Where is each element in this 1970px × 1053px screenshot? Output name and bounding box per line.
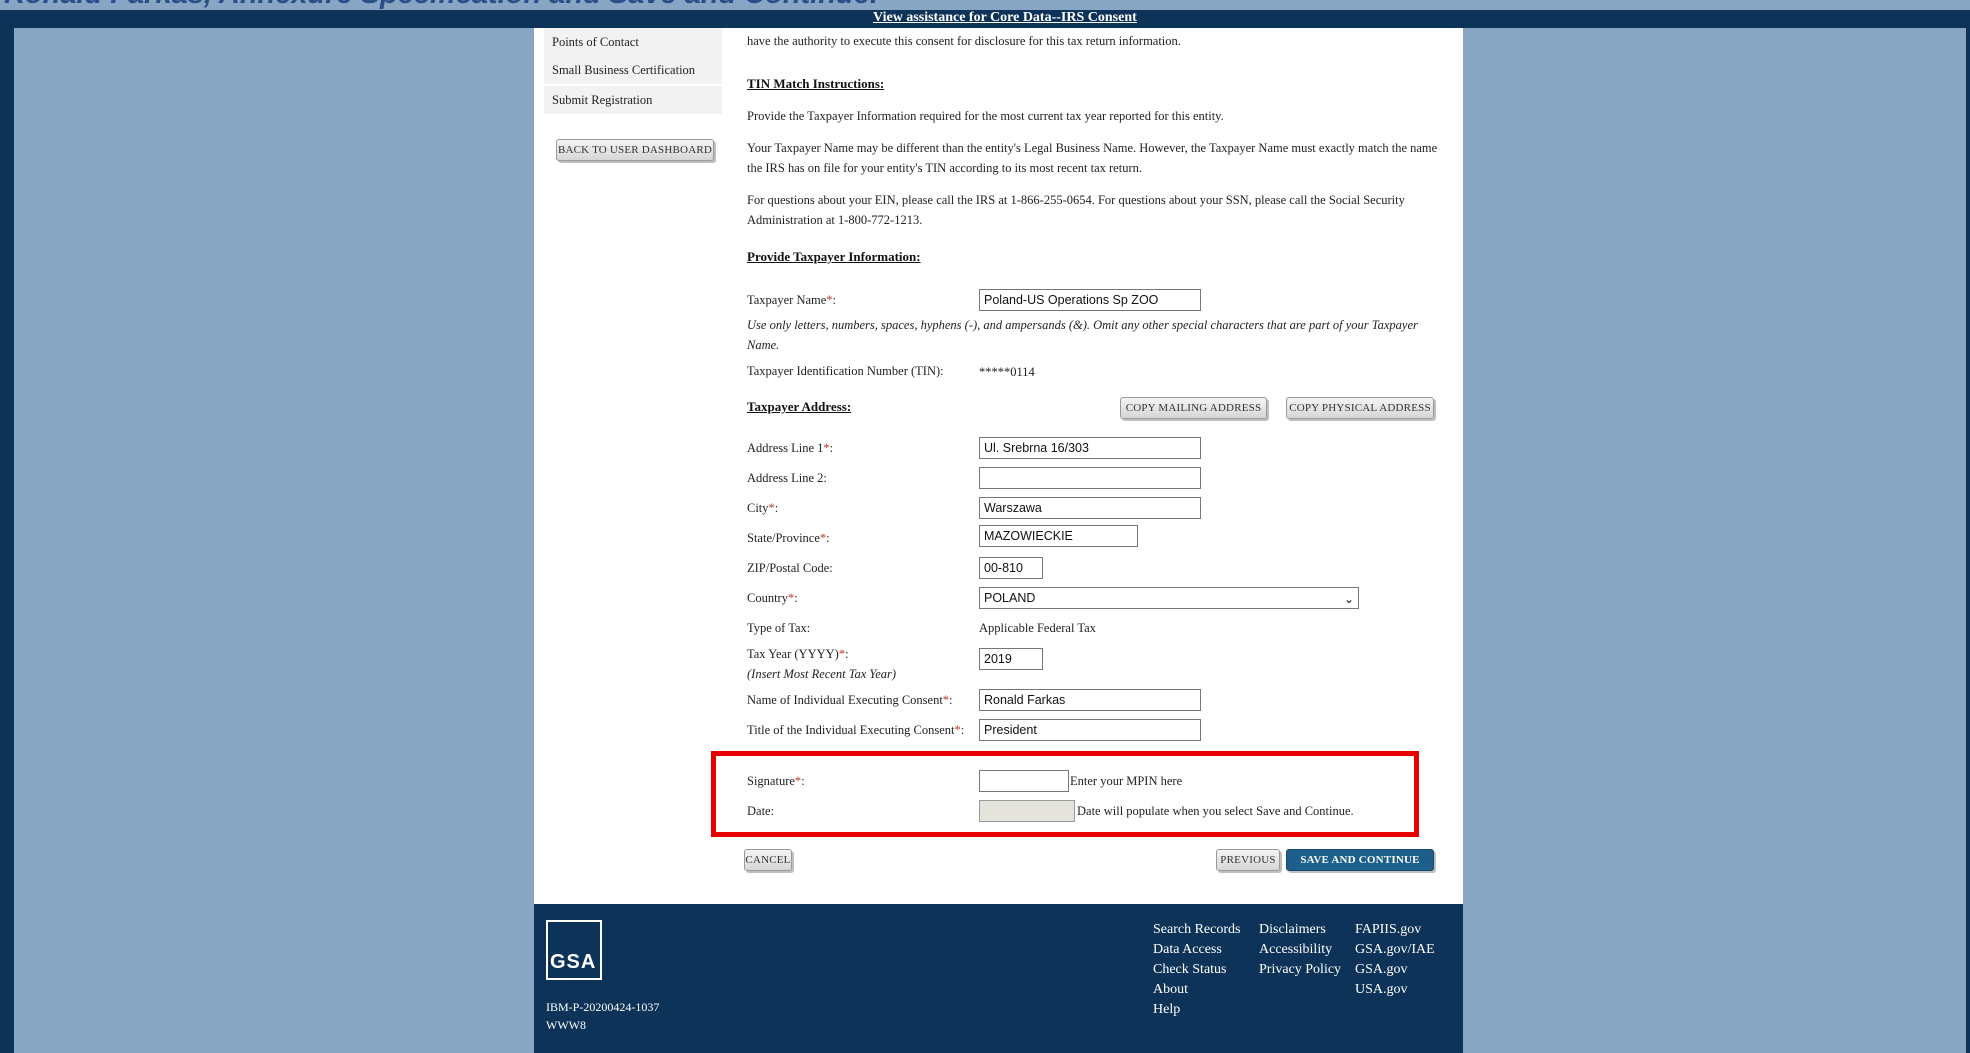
footer-link-search-records[interactable]: Search Records	[1153, 922, 1240, 938]
tax-type-value: Applicable Federal Tax	[979, 621, 1096, 635]
back-to-dashboard-button[interactable]: BACK TO USER DASHBOARD	[556, 139, 714, 161]
footer-link-usa-gov[interactable]: USA.gov	[1355, 982, 1408, 998]
city-input[interactable]: Warszawa	[979, 497, 1201, 519]
country-label: Country*:	[747, 591, 798, 605]
gsa-logo: GSA	[546, 920, 602, 980]
footer-link-check-status[interactable]: Check Status	[1153, 962, 1227, 978]
previous-button[interactable]: PREVIOUS	[1216, 849, 1280, 871]
taxpayer-name-input[interactable]: Poland-US Operations Sp ZOO	[979, 289, 1201, 311]
right-border	[1966, 10, 1970, 1053]
server-id: WWW8	[546, 1018, 586, 1032]
consent-text: have the authority to execute this conse…	[747, 34, 1181, 48]
cancel-button[interactable]: CANCEL	[744, 849, 792, 871]
instruction-p3: For questions about your EIN, please cal…	[747, 193, 1405, 227]
signature-highlight-box	[711, 751, 1419, 837]
zip-input[interactable]: 00-810	[979, 557, 1043, 579]
chevron-down-icon: ⌄	[1343, 592, 1354, 606]
footer-link-help[interactable]: Help	[1153, 1002, 1180, 1018]
tin-value: *****0114	[979, 365, 1035, 379]
footer-link-gsa-gov[interactable]: GSA.gov	[1355, 962, 1408, 978]
footer-link-accessibility[interactable]: Accessibility	[1259, 942, 1332, 958]
footer-link-privacy-policy[interactable]: Privacy Policy	[1259, 962, 1341, 978]
country-select[interactable]: POLAND ⌄	[979, 587, 1359, 609]
exec-title-label: Title of the Individual Executing Consen…	[747, 723, 965, 737]
country-select-value: POLAND	[984, 591, 1036, 605]
tax-year-input[interactable]: 2019	[979, 648, 1043, 670]
address2-input[interactable]	[979, 467, 1201, 489]
tax-type-label: Type of Tax:	[747, 621, 811, 635]
city-label: City*:	[747, 501, 779, 515]
sidebar-item-submit-registration[interactable]: Submit Registration	[544, 86, 722, 114]
address1-label: Address Line 1*:	[747, 441, 834, 455]
footer-link-gsa-iae[interactable]: GSA.gov/IAE	[1355, 942, 1435, 958]
left-border	[0, 10, 14, 1053]
caption-text: Ronald Farkas, Annexure Specification an…	[4, 0, 878, 10]
footer-link-data-access[interactable]: Data Access	[1153, 942, 1222, 958]
tax-year-hint: (Insert Most Recent Tax Year)	[747, 667, 897, 681]
instruction-p1: Provide the Taxpayer Information require…	[747, 109, 1224, 123]
copy-mailing-address-button[interactable]: COPY MAILING ADDRESS	[1120, 397, 1267, 419]
footer: GSA IBM-P-20200424-1037 WWW8 Search Reco…	[534, 904, 1463, 1053]
save-and-continue-button[interactable]: SAVE AND CONTINUE	[1286, 849, 1434, 871]
taxpayer-name-label: Taxpayer Name*:	[747, 293, 837, 307]
address1-input[interactable]: Ul. Srebrna 16/303	[979, 437, 1201, 459]
provide-info-heading: Provide Taxpayer Information:	[747, 249, 921, 264]
exec-name-input[interactable]: Ronald Farkas	[979, 689, 1201, 711]
taxpayer-address-heading: Taxpayer Address:	[747, 399, 852, 414]
zip-label: ZIP/Postal Code:	[747, 561, 833, 575]
tax-year-label: Tax Year (YYYY)*:	[747, 647, 849, 661]
sidebar-item-small-business[interactable]: Small Business Certification	[544, 56, 722, 84]
copy-physical-address-button[interactable]: COPY PHYSICAL ADDRESS	[1286, 397, 1434, 419]
top-caption: Ronald Farkas, Annexure Specification an…	[0, 0, 1970, 10]
exec-title-input[interactable]: President	[979, 719, 1201, 741]
taxpayer-name-hint: Use only letters, numbers, spaces, hyphe…	[747, 318, 1418, 352]
sidebar-item-points-of-contact[interactable]: Points of Contact	[544, 28, 722, 56]
state-label: State/Province*:	[747, 531, 830, 545]
state-input[interactable]: MAZOWIECKIE	[979, 525, 1138, 547]
footer-link-fapiis[interactable]: FAPIIS.gov	[1355, 922, 1421, 938]
tin-label: Taxpayer Identification Number (TIN):	[747, 364, 944, 378]
assistance-link[interactable]: View assistance for Core Data--IRS Conse…	[873, 10, 1137, 26]
footer-link-disclaimers[interactable]: Disclaimers	[1259, 922, 1326, 938]
instruction-p2: Your Taxpayer Name may be different than…	[747, 141, 1438, 175]
top-bar: View assistance for Core Data--IRS Conse…	[14, 10, 1966, 28]
address2-label: Address Line 2:	[747, 471, 827, 485]
build-id: IBM-P-20200424-1037	[546, 1000, 660, 1014]
exec-name-label: Name of Individual Executing Consent*:	[747, 693, 953, 707]
footer-link-about[interactable]: About	[1153, 982, 1188, 998]
tin-instructions-heading: TIN Match Instructions:	[747, 76, 885, 91]
